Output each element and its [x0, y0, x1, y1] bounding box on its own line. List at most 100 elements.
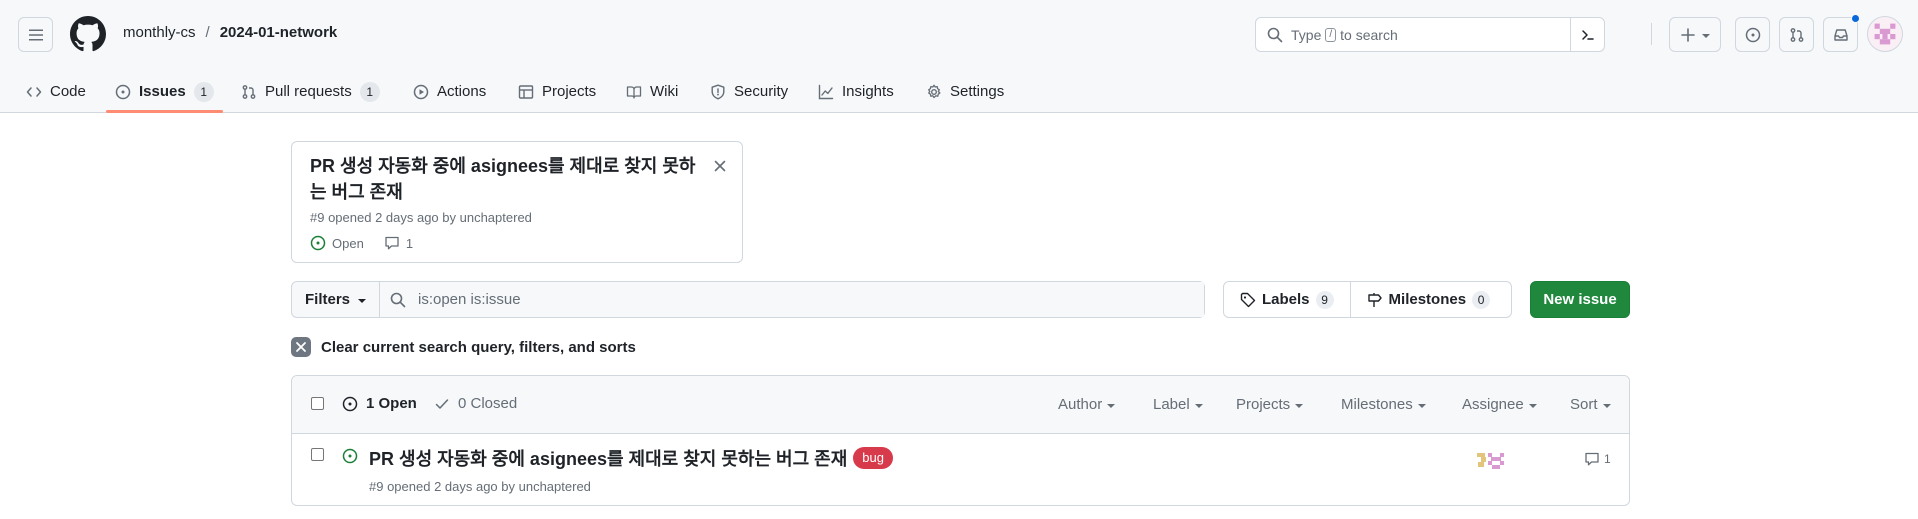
your-pull-requests-button[interactable]	[1779, 17, 1814, 52]
issue-row: PR 생성 자동화 중에 asignees를 제대로 찾지 못하는 버그 존재 …	[292, 434, 1629, 505]
table-icon	[518, 84, 534, 99]
play-icon	[413, 84, 429, 99]
tag-icon	[1240, 292, 1256, 307]
assignee-avatars[interactable]	[1475, 450, 1509, 472]
assignee-filter[interactable]: Assignee	[1462, 396, 1537, 413]
identicon-icon	[1874, 23, 1896, 45]
search-placeholder: Type / to search	[1291, 27, 1398, 43]
shield-icon	[711, 84, 725, 99]
open-issues-toggle[interactable]: 1 Open	[342, 395, 417, 412]
tab-label: Projects	[542, 83, 597, 100]
chevron-down-icon	[1528, 403, 1537, 408]
search-placeholder-post: to search	[1340, 26, 1398, 43]
tab-label: Wiki	[650, 83, 679, 100]
search-icon	[390, 292, 406, 307]
issue-list: 1 Open 0 Closed Author Label Projects Mi…	[291, 375, 1630, 506]
new-issue-button[interactable]: New issue	[1530, 281, 1630, 318]
clear-filters-label: Clear current search query, filters, and…	[321, 338, 636, 356]
labels-milestones-group: Labels 9 Milestones 0	[1223, 281, 1512, 318]
tab-wiki[interactable]: Wiki	[626, 70, 678, 113]
sort-filter-label: Sort	[1570, 396, 1598, 413]
milestones-filter[interactable]: Milestones	[1341, 396, 1426, 413]
tab-pull-requests[interactable]: Pull requests 1	[241, 70, 380, 113]
issue-title-link[interactable]: PR 생성 자동화 중에 asignees를 제대로 찾지 못하는 버그 존재	[369, 445, 847, 471]
filters-dropdown-button[interactable]: Filters	[292, 282, 380, 317]
search-icon	[1267, 27, 1283, 42]
tab-security[interactable]: Security	[710, 70, 788, 113]
tab-settings[interactable]: Settings	[926, 70, 1004, 113]
your-issues-button[interactable]	[1735, 17, 1770, 52]
closed-issues-toggle[interactable]: 0 Closed	[434, 395, 517, 412]
issue-search-input[interactable]: is:open is:issue	[380, 282, 1204, 317]
breadcrumb-separator: /	[205, 24, 210, 41]
code-icon	[26, 86, 42, 97]
issue-comments-link[interactable]: 1	[1584, 451, 1611, 467]
label-filter-label: Label	[1153, 396, 1190, 413]
selected-tab-indicator	[106, 110, 223, 113]
pinned-issue-title[interactable]: PR 생성 자동화 중에 asignees를 제대로 찾지 못하는 버그 존재	[310, 153, 710, 205]
repo-navigation: Code Issues 1 Pull requests 1 Actions Pr…	[0, 70, 1918, 113]
check-icon	[435, 398, 449, 409]
command-palette-button[interactable]	[1570, 18, 1604, 51]
global-search[interactable]: Type / to search	[1255, 17, 1605, 52]
plus-icon	[1681, 27, 1695, 42]
tab-label: Insights	[842, 83, 894, 100]
tab-label: Security	[734, 83, 789, 100]
search-shortcut-key: /	[1325, 27, 1337, 42]
tab-counter: 1	[359, 81, 380, 102]
chevron-down-icon	[358, 298, 366, 303]
pinned-issue-comment-count: 1	[405, 235, 414, 251]
milestones-button[interactable]: Milestones 0	[1349, 282, 1507, 317]
tab-projects[interactable]: Projects	[518, 70, 596, 113]
milestones-filter-label: Milestones	[1341, 396, 1413, 413]
issue-label-badge[interactable]: bug	[853, 447, 893, 469]
label-filter[interactable]: Label	[1153, 396, 1203, 413]
tab-label: Settings	[950, 83, 1005, 100]
pinned-issue-state-label: Open	[332, 235, 364, 251]
git-pull-request-icon	[1790, 27, 1803, 42]
tab-issues[interactable]: Issues 1	[115, 70, 214, 113]
unpin-button[interactable]	[710, 156, 730, 176]
gear-icon	[928, 84, 941, 98]
issue-title-group: PR 생성 자동화 중에 asignees를 제대로 찾지 못하는 버그 존재 …	[369, 445, 893, 471]
issue-filter-bar: Filters is:open is:issue	[291, 281, 1205, 318]
issue-list-header: 1 Open 0 Closed Author Label Projects Mi…	[292, 376, 1629, 434]
projects-filter[interactable]: Projects	[1236, 396, 1304, 413]
search-placeholder-pre: Type	[1291, 26, 1322, 43]
milestones-count: 0	[1472, 290, 1491, 309]
assignee-filter-label: Assignee	[1462, 396, 1524, 413]
issue-opened-icon	[1745, 27, 1760, 42]
sort-filter[interactable]: Sort	[1570, 396, 1611, 413]
filters-label: Filters	[304, 291, 350, 308]
book-icon	[626, 85, 642, 99]
issue-checkbox[interactable]	[311, 448, 324, 461]
tab-code[interactable]: Code	[26, 70, 86, 113]
tab-actions[interactable]: Actions	[413, 70, 486, 113]
issue-opened-icon	[310, 235, 326, 251]
clear-filters-link[interactable]: Clear current search query, filters, and…	[291, 337, 636, 357]
author-filter[interactable]: Author	[1058, 396, 1116, 413]
clear-icon	[291, 337, 311, 357]
issue-opened-icon	[342, 448, 358, 464]
chevron-down-icon	[1702, 33, 1710, 38]
github-logo-icon[interactable]	[70, 16, 106, 52]
terminal-icon	[1581, 29, 1594, 40]
repo-link[interactable]: 2024-01-network	[220, 24, 338, 41]
user-avatar[interactable]	[1867, 16, 1903, 52]
comment-icon	[1585, 452, 1599, 466]
closed-issues-label: 0 Closed	[458, 395, 518, 412]
chevron-down-icon	[1107, 403, 1116, 408]
select-all-checkbox[interactable]	[311, 397, 324, 410]
tab-label: Actions	[437, 83, 487, 100]
menu-button[interactable]	[18, 17, 53, 52]
tab-label: Issues	[139, 83, 186, 100]
owner-link[interactable]: monthly-cs	[123, 24, 196, 41]
create-new-button[interactable]	[1669, 17, 1721, 52]
pinned-issue-comments[interactable]: 1	[384, 235, 413, 251]
chevron-down-icon	[1417, 403, 1426, 408]
tab-insights[interactable]: Insights	[818, 70, 894, 113]
labels-button[interactable]: Labels 9	[1224, 282, 1350, 317]
top-bar: monthly-cs / 2024-01-network Type / to s…	[0, 0, 1918, 70]
close-icon	[714, 160, 726, 172]
open-issues-label: 1 Open	[366, 395, 417, 412]
